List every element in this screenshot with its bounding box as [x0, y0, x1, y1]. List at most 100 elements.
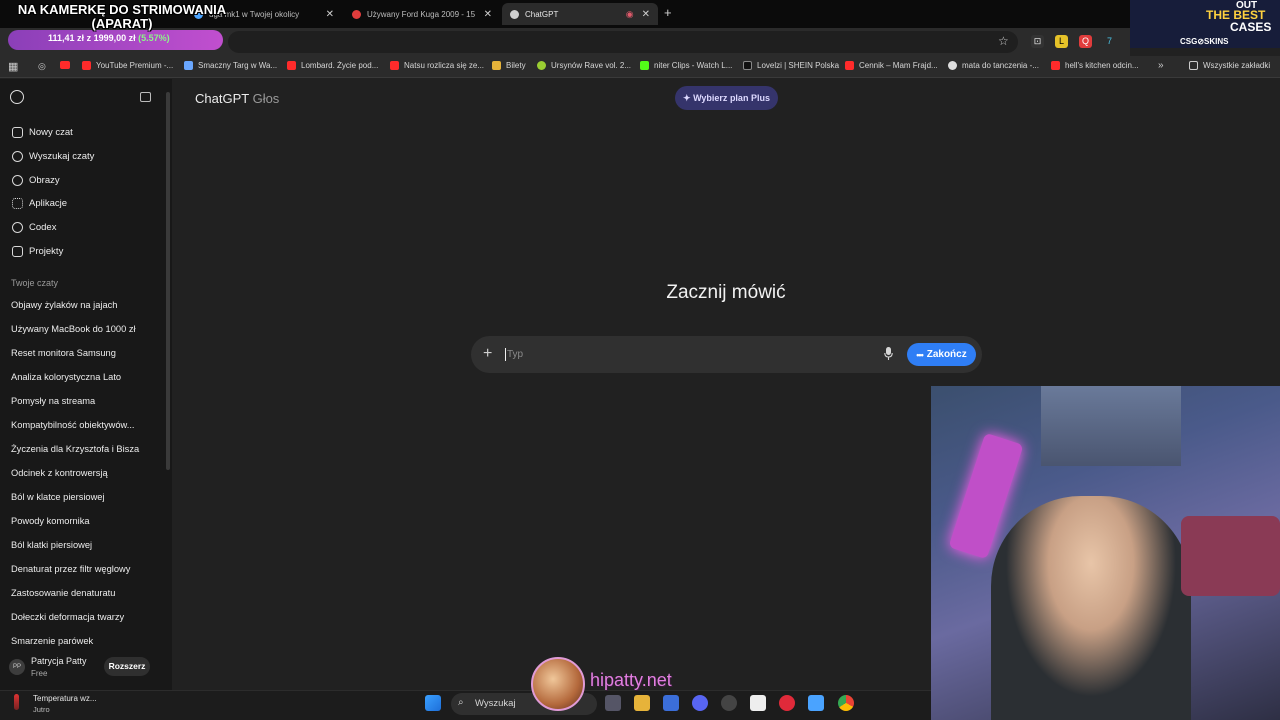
bookmark[interactable]: Lombard. Życie pod...: [287, 61, 378, 70]
webcam-feed: [931, 386, 1280, 720]
chatgpt-icon: [510, 9, 519, 19]
new-tab-button[interactable]: +: [664, 5, 672, 20]
youtube-icon: [845, 61, 854, 70]
chat-history-item[interactable]: Ból w klatce piersiowej: [11, 492, 105, 502]
site-icon: [184, 61, 193, 70]
extension-icon[interactable]: 7: [1103, 35, 1116, 48]
app-icon[interactable]: [721, 695, 737, 711]
microphone-icon[interactable]: [884, 347, 893, 360]
close-icon[interactable]: ✕: [484, 9, 492, 20]
shein-icon: [743, 61, 752, 70]
openai-logo-icon[interactable]: [10, 90, 24, 104]
sparkle-icon: ✦: [683, 93, 691, 103]
sidebar-item-codex[interactable]: Codex: [12, 222, 56, 233]
city-poster: [1041, 386, 1181, 466]
chat-history-item[interactable]: Denaturat przez filtr węglowy: [11, 564, 130, 574]
folder-icon: [12, 246, 23, 257]
sidebar-item-search[interactable]: Wyszukaj czaty: [12, 151, 94, 162]
youtube-icon[interactable]: [60, 61, 70, 69]
tab-chatgpt[interactable]: ChatGPT ◉ ✕: [502, 3, 658, 25]
choose-plan-button[interactable]: ✦ Wybierz plan Plus: [675, 86, 778, 110]
bookmark[interactable]: YouTube Premium -...: [82, 61, 173, 70]
chat-history-item[interactable]: Analiza kolorystyczna Lato: [11, 372, 121, 382]
bookmark[interactable]: niter Clips - Watch L...: [640, 61, 732, 70]
promo-text: CASES: [1230, 20, 1272, 34]
extension-icon[interactable]: L: [1055, 35, 1068, 48]
chat-history-item[interactable]: Odcinek z kontrowersją: [11, 468, 108, 478]
document-icon[interactable]: [750, 695, 766, 711]
sidebar-item-new-chat[interactable]: Nowy czat: [12, 127, 73, 138]
store-icon[interactable]: [663, 695, 679, 711]
task-view-icon[interactable]: [605, 695, 621, 711]
bookmark[interactable]: Bilety: [492, 61, 526, 70]
message-input[interactable]: [507, 345, 867, 363]
chat-history-item[interactable]: Ból klatki piersiowej: [11, 540, 92, 550]
windows-start-icon[interactable]: [425, 695, 441, 711]
avatar[interactable]: PP: [9, 659, 25, 675]
site-icon: [352, 9, 361, 19]
plus-icon[interactable]: +: [483, 345, 492, 363]
apps-icon: [12, 198, 23, 209]
sidebar-item-projects[interactable]: Projekty: [12, 246, 63, 257]
chat-history-item[interactable]: Pomysły na streama: [11, 396, 95, 406]
apps-grid-icon[interactable]: ▦: [8, 60, 18, 73]
star-icon[interactable]: ☆: [998, 34, 1009, 48]
dots-icon: •••: [916, 349, 924, 360]
sidebar-scrollbar[interactable]: [166, 92, 170, 470]
file-explorer-icon[interactable]: [634, 695, 650, 711]
thermometer-icon[interactable]: [14, 694, 19, 710]
bookmark-icon[interactable]: ◎: [38, 61, 46, 72]
ticket-icon: [492, 61, 501, 70]
tab-label: Używany Ford Kuga 2009 - 15: [367, 9, 476, 19]
weather-widget-title[interactable]: Temperatura wz...: [33, 694, 97, 703]
google-icon: [948, 61, 957, 70]
voice-prompt-heading: Zacznij mówić: [666, 282, 786, 303]
chat-history-item[interactable]: Życzenia dla Krzysztofa i Bisza: [11, 444, 139, 454]
bookmark[interactable]: Ursynów Rave vol. 2...: [537, 61, 631, 70]
taskbar-search-label: Wyszukaj: [475, 698, 516, 709]
bookmark[interactable]: Lovelzi | SHEIN Polska: [743, 61, 839, 70]
chat-history-item[interactable]: Kompatybilność obiektywów...: [11, 420, 135, 430]
stream-goal-title: NA KAMERKĘ DO STRIMOWANIA (APARAT): [17, 2, 227, 31]
bookmark[interactable]: Cennik – Mam Frajd...: [845, 61, 938, 70]
bookmark[interactable]: Natsu rozlicza się ze...: [390, 61, 484, 70]
tab-ford-kuga[interactable]: Używany Ford Kuga 2009 - 15 ✕: [344, 3, 500, 25]
youtube-icon: [82, 61, 91, 70]
all-bookmarks[interactable]: Wszystkie zakładki: [1189, 61, 1270, 70]
sidebar-toggle-icon[interactable]: [140, 92, 151, 102]
close-icon[interactable]: ✕: [326, 9, 334, 20]
opera-icon[interactable]: [779, 695, 795, 711]
chat-history-item[interactable]: Zastosowanie denaturatu: [11, 588, 115, 598]
chat-history-item[interactable]: Dołeczki deformacja twarzy: [11, 612, 124, 622]
bookmark[interactable]: Smaczny Targ w Wa...: [184, 61, 277, 70]
chat-history-item[interactable]: Reset monitora Samsung: [11, 348, 116, 358]
discord-icon[interactable]: [692, 695, 708, 711]
image-icon: [12, 175, 23, 186]
text-caret: [505, 348, 506, 361]
sidebar-item-images[interactable]: Obrazy: [12, 175, 60, 186]
chat-history-item[interactable]: Używany MacBook do 1000 zł: [11, 324, 136, 334]
page-title[interactable]: ChatGPT Głos: [195, 91, 279, 106]
extension-icon[interactable]: ⊡: [1031, 35, 1044, 48]
chat-history-item[interactable]: Powody komornika: [11, 516, 90, 526]
site-icon: [537, 61, 546, 70]
sidebar-item-apps[interactable]: Aplikacje: [12, 198, 67, 209]
bookmark[interactable]: mata do tanczenia -...: [948, 61, 1039, 70]
url-input[interactable]: [228, 31, 1018, 53]
donation-goal-text: 111,41 zł z 1999,00 zł (5.57%): [48, 33, 170, 43]
upgrade-button[interactable]: Rozszerz: [104, 657, 150, 676]
chrome-icon[interactable]: [838, 695, 854, 711]
folder-icon: [1189, 61, 1198, 70]
bookmark[interactable]: hell's kitchen odcin...: [1051, 61, 1139, 70]
chevron-right-icon[interactable]: »: [1158, 60, 1164, 71]
chat-history-item[interactable]: Smarzenie parówek: [11, 636, 93, 646]
user-name[interactable]: Patrycja Patty: [31, 656, 87, 666]
search-icon: ⌕: [458, 697, 464, 708]
close-icon[interactable]: ✕: [642, 9, 650, 20]
extension-icon[interactable]: Q: [1079, 35, 1092, 48]
kick-icon: [640, 61, 649, 70]
photos-icon[interactable]: [808, 695, 824, 711]
end-voice-button[interactable]: ••• Zakończ: [907, 343, 976, 366]
search-icon: [12, 151, 23, 162]
streamer-avatar: [531, 657, 585, 711]
